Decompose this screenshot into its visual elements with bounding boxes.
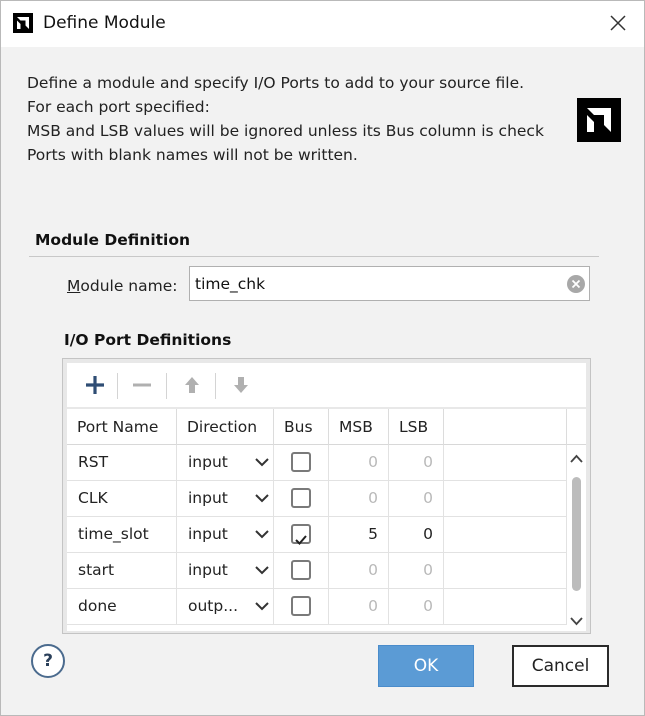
scrollbar-thumb[interactable] xyxy=(572,477,581,591)
lsb-cell[interactable]: 0 xyxy=(389,589,444,624)
description-line: For each port specified: xyxy=(27,98,210,116)
io-port-definitions-title: I/O Port Definitions xyxy=(64,331,232,349)
port-name-cell[interactable]: start xyxy=(67,553,177,588)
ok-button[interactable]: OK xyxy=(378,645,474,687)
msb-cell[interactable]: 0 xyxy=(329,481,389,516)
msb-cell[interactable]: 0 xyxy=(329,445,389,480)
description: Define a module and specify I/O Ports to… xyxy=(27,71,565,171)
close-icon[interactable] xyxy=(606,11,630,35)
empty-cell xyxy=(444,517,567,552)
bus-cell[interactable] xyxy=(274,517,329,552)
port-name-cell[interactable]: CLK xyxy=(67,481,177,516)
column-header-bus[interactable]: Bus xyxy=(274,409,329,445)
module-name-input[interactable] xyxy=(195,267,555,300)
column-header-msb[interactable]: MSB xyxy=(329,409,389,445)
bus-checkbox[interactable] xyxy=(291,488,311,508)
bus-checkbox[interactable] xyxy=(291,560,311,580)
table-row[interactable]: RST input 0 0 xyxy=(67,445,567,481)
port-table: Port Name Direction Bus MSB LSB RST inpu… xyxy=(67,409,586,631)
toolbar-separator xyxy=(117,373,118,399)
module-name-field[interactable] xyxy=(189,266,590,301)
direction-cell[interactable]: input xyxy=(177,445,274,480)
empty-cell xyxy=(444,553,567,588)
table-row[interactable]: time_slot input 5 0 xyxy=(67,517,567,553)
empty-cell xyxy=(444,445,567,480)
vertical-scrollbar[interactable] xyxy=(567,445,586,631)
column-header-direction[interactable]: Direction xyxy=(177,409,274,445)
move-down-icon[interactable] xyxy=(227,371,255,399)
chevron-down-icon xyxy=(255,602,269,611)
description-line: Ports with blank names will not be writt… xyxy=(27,146,358,164)
chevron-down-icon xyxy=(255,530,269,539)
toolbar-separator xyxy=(215,373,216,399)
column-header-spacer xyxy=(444,409,567,445)
column-header-lsb[interactable]: LSB xyxy=(389,409,444,445)
module-definition-title: Module Definition xyxy=(35,231,191,249)
table-row[interactable]: CLK input 0 0 xyxy=(67,481,567,517)
bus-checkbox[interactable] xyxy=(291,596,311,616)
chevron-down-icon xyxy=(255,458,269,467)
port-name-cell[interactable]: time_slot xyxy=(67,517,177,552)
section-divider xyxy=(29,256,599,257)
bus-checkbox-checked[interactable] xyxy=(291,524,311,545)
toolbar-separator xyxy=(166,373,167,399)
port-toolbar xyxy=(67,363,586,407)
scroll-up-icon[interactable] xyxy=(569,451,584,465)
bus-cell[interactable] xyxy=(274,589,329,624)
column-header-port-name[interactable]: Port Name xyxy=(67,409,177,445)
direction-cell[interactable]: input xyxy=(177,481,274,516)
table-row[interactable]: start input 0 0 xyxy=(67,553,567,589)
checkmark-icon xyxy=(295,535,307,545)
add-port-icon[interactable] xyxy=(81,371,109,399)
app-logo-icon xyxy=(13,13,33,33)
empty-cell xyxy=(444,589,567,624)
bus-cell[interactable] xyxy=(274,553,329,588)
chevron-down-icon xyxy=(255,494,269,503)
cancel-button[interactable]: Cancel xyxy=(512,645,609,687)
table-row[interactable]: done outp... 0 0 xyxy=(67,589,567,625)
direction-cell[interactable]: outp... xyxy=(177,589,274,624)
direction-cell[interactable]: input xyxy=(177,517,274,552)
bus-checkbox[interactable] xyxy=(291,452,311,472)
module-name-label: Module name: xyxy=(67,277,178,295)
help-button[interactable]: ? xyxy=(31,644,65,678)
port-name-cell[interactable]: RST xyxy=(67,445,177,480)
define-module-dialog: Define Module Define a module and specif… xyxy=(0,0,645,716)
lsb-cell[interactable]: 0 xyxy=(389,553,444,588)
msb-cell[interactable]: 5 xyxy=(329,517,389,552)
lsb-cell[interactable]: 0 xyxy=(389,517,444,552)
port-table-panel: Port Name Direction Bus MSB LSB RST inpu… xyxy=(62,358,591,634)
brand-logo-icon xyxy=(577,98,621,142)
remove-port-icon[interactable] xyxy=(128,371,156,399)
window-title: Define Module xyxy=(43,13,166,33)
description-line: Define a module and specify I/O Ports to… xyxy=(27,74,525,92)
bus-cell[interactable] xyxy=(274,445,329,480)
title-bar: Define Module xyxy=(1,1,644,47)
lsb-cell[interactable]: 0 xyxy=(389,445,444,480)
chevron-down-icon xyxy=(255,566,269,575)
description-line: MSB and LSB values will be ignored unles… xyxy=(27,122,544,140)
move-up-icon[interactable] xyxy=(178,371,206,399)
bus-cell[interactable] xyxy=(274,481,329,516)
msb-cell[interactable]: 0 xyxy=(329,589,389,624)
lsb-cell[interactable]: 0 xyxy=(389,481,444,516)
empty-cell xyxy=(444,481,567,516)
table-header: Port Name Direction Bus MSB LSB xyxy=(67,409,586,445)
msb-cell[interactable]: 0 xyxy=(329,553,389,588)
port-name-cell[interactable]: done xyxy=(67,589,177,624)
clear-icon[interactable] xyxy=(567,275,585,293)
direction-cell[interactable]: input xyxy=(177,553,274,588)
scroll-down-icon[interactable] xyxy=(569,613,584,627)
